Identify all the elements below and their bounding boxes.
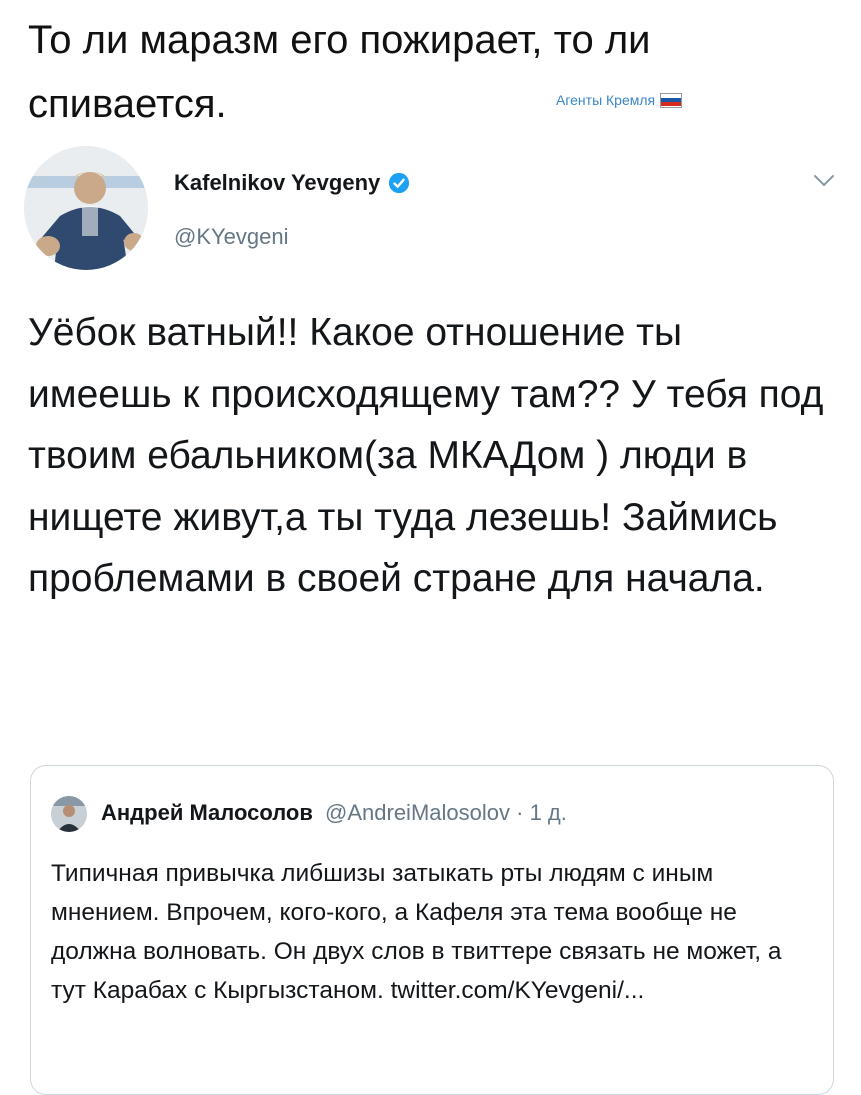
tweet-text: Уёбок ватный!! Какое отношение ты имеешь… [28,311,824,600]
author-name-text: Kafelnikov Yevgeny [174,170,381,195]
watermark: Агенты Кремля [556,92,683,108]
quoted-author-handle[interactable]: @AndreiMalosolov [325,800,510,825]
quoted-avatar [51,796,87,832]
quoted-avatar-image-icon [51,796,87,832]
quoted-tweet-text: Типичная привычка либшизы затыкать рты л… [51,860,782,1004]
quoted-tweet[interactable]: Андрей Малосолов @AndreiMalosolov · 1 д.… [30,765,834,1095]
chevron-down-icon[interactable] [812,172,836,190]
avatar-image-icon [24,146,148,270]
avatar[interactable] [24,146,148,270]
russian-flag-icon [660,92,683,108]
meme-caption: То ли маразм его пожирает, то ли спивает… [28,18,651,126]
author-name[interactable]: Kafelnikov Yevgeny [174,170,410,196]
watermark-text: Агенты Кремля [556,92,656,108]
quoted-header: Андрей Малосолов @AndreiMalosolov · 1 д. [101,800,567,826]
quoted-author-name[interactable]: Андрей Малосолов [101,800,313,825]
author-handle[interactable]: @KYevgeni [174,224,289,250]
quoted-timestamp: · 1 д. [516,800,567,825]
verified-badge-icon [389,172,410,194]
